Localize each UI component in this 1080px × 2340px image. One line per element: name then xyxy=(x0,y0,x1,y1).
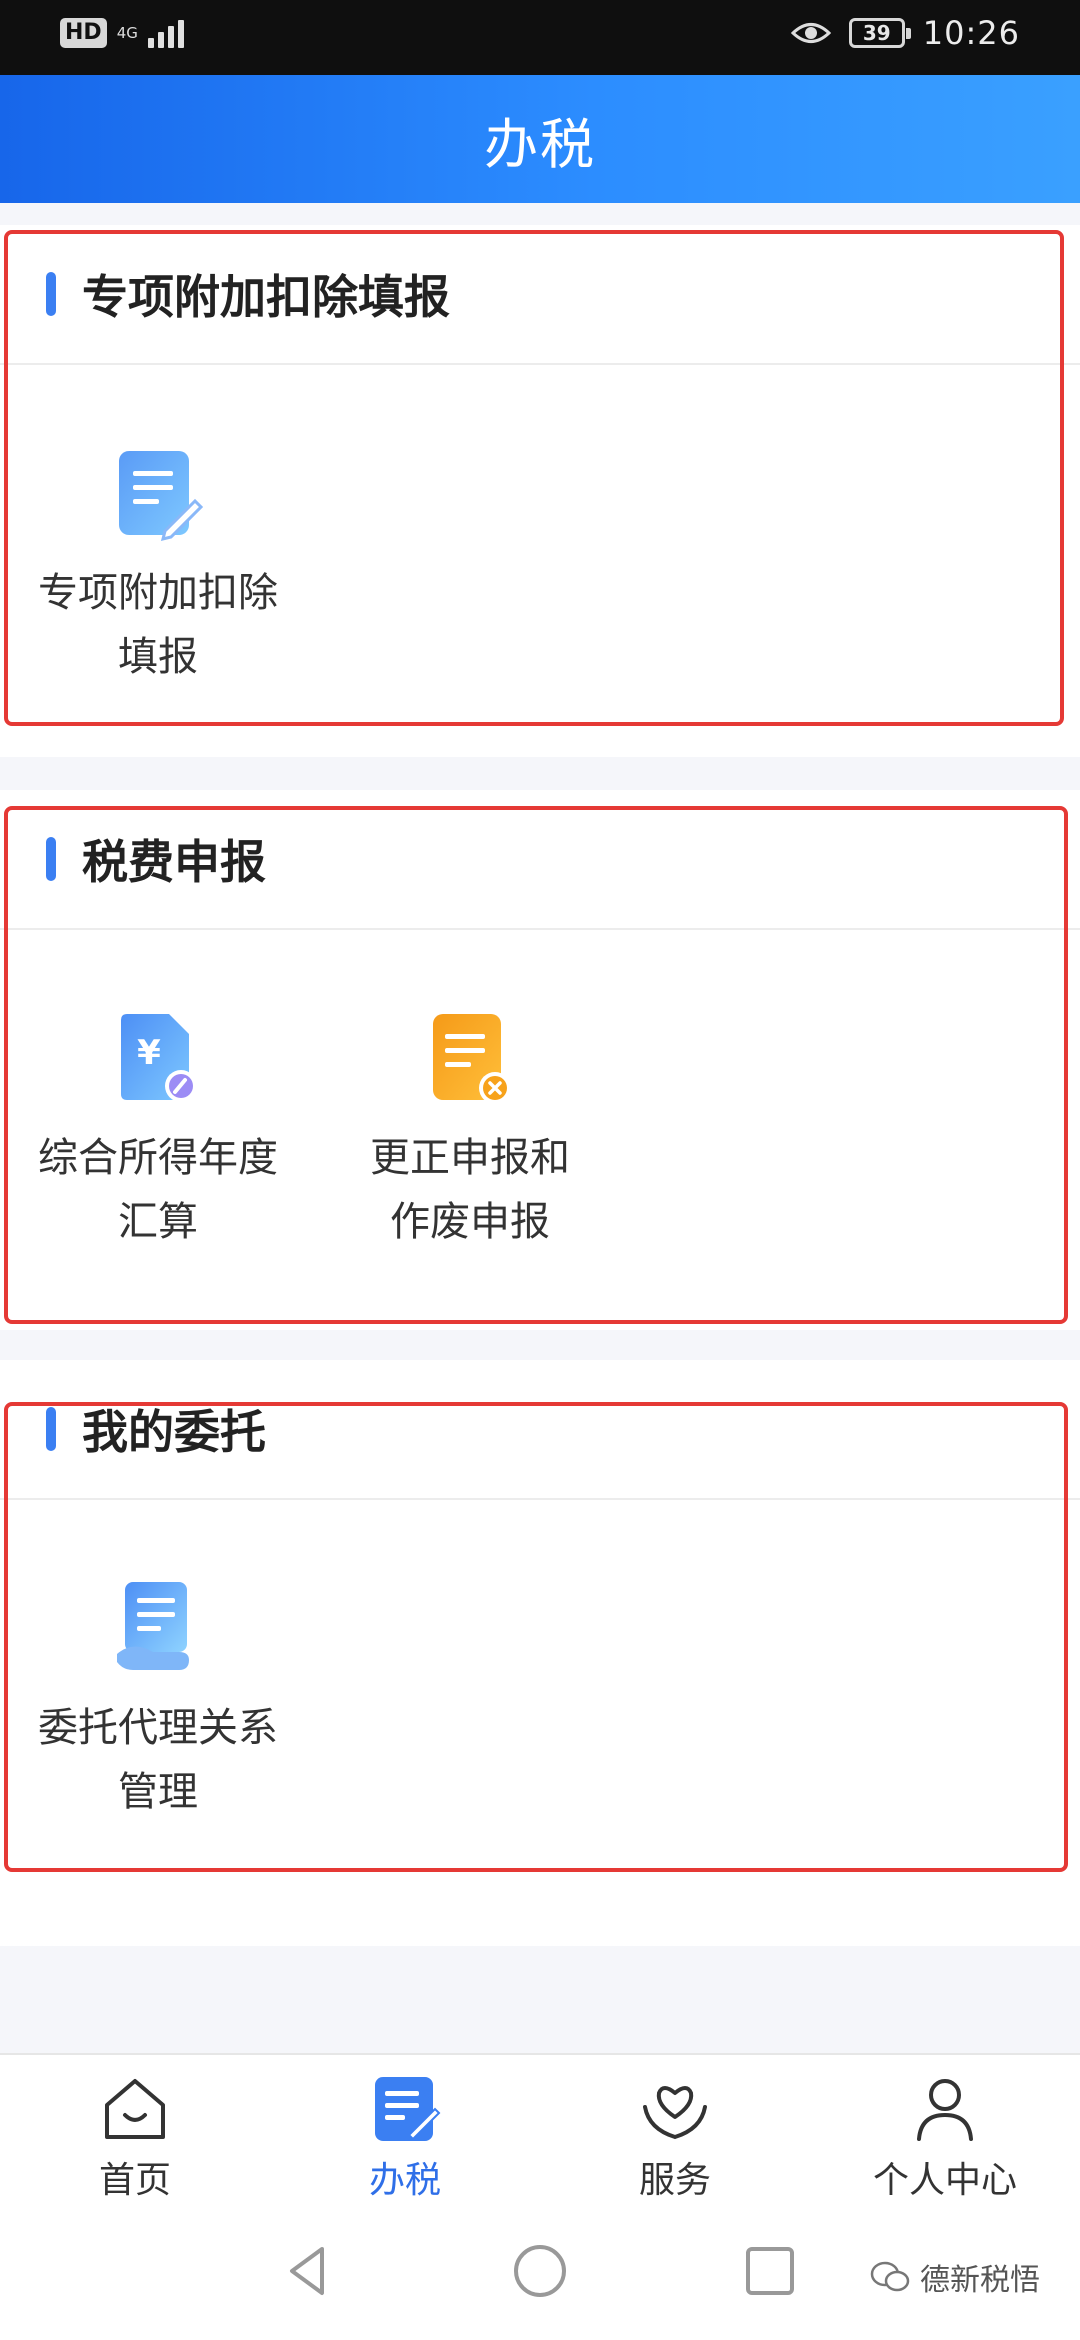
tile-correct-void-filing[interactable]: 更正申报和 作废申报 xyxy=(320,1008,620,1254)
system-nav-bar: 德新税悟 xyxy=(0,2203,1080,2340)
section-accent-bar xyxy=(46,272,56,316)
tile-label: 综合所得年度 汇算 xyxy=(38,1135,278,1245)
wechat-icon xyxy=(870,2261,910,2292)
tile-delegation-management[interactable]: 委托代理关系 管理 xyxy=(8,1578,308,1824)
page-title: 办税 xyxy=(484,112,596,176)
section-header: 专项附加扣除填报 xyxy=(0,225,1080,365)
nav-item-profile[interactable]: 个人中心 xyxy=(810,2055,1080,2205)
tile-annual-settlement[interactable]: ¥ 综合所得年度 汇算 xyxy=(8,1008,308,1254)
status-bar: HD 4G 39 10:26 xyxy=(0,0,1080,75)
section-delegation: 我的委托 委托代理关系 管理 xyxy=(0,1360,1080,1946)
document-edit-icon xyxy=(119,451,203,542)
section-accent-bar xyxy=(46,1407,56,1451)
heart-hands-icon xyxy=(643,2086,707,2140)
battery-icon: 39 xyxy=(848,18,911,48)
app-header: 办税 xyxy=(0,75,1080,203)
section-deduction: 专项附加扣除填报 专项附加扣除 填报 xyxy=(0,225,1080,757)
section-tax-filing: 税费申报 ¥ 综合所得年度 汇算 更正申报和 作废申报 xyxy=(0,790,1080,1330)
svg-text:¥: ¥ xyxy=(137,1033,161,1073)
nav-item-service[interactable]: 服务 xyxy=(540,2055,810,2205)
nav-item-home[interactable]: 首页 xyxy=(0,2055,270,2205)
eye-icon xyxy=(790,23,831,43)
hd-badge: HD xyxy=(60,18,107,48)
watermark-text: 德新税悟 xyxy=(920,2263,1040,2298)
back-icon[interactable] xyxy=(280,2241,340,2301)
document-cancel-icon xyxy=(433,1014,511,1104)
section-title: 税费申报 xyxy=(82,835,266,889)
tile-label: 更正申报和 作废申报 xyxy=(370,1135,570,1245)
person-icon xyxy=(917,2079,973,2141)
home-icon xyxy=(105,2079,165,2139)
section-title: 专项附加扣除填报 xyxy=(82,270,450,324)
document-hand-icon xyxy=(117,1582,189,1670)
signal-icon xyxy=(147,18,184,48)
tile-label: 委托代理关系 管理 xyxy=(38,1705,278,1815)
yuan-document-icon: ¥ xyxy=(121,1014,197,1102)
bottom-nav: 首页 办税 服务 个人中心 xyxy=(0,2053,1080,2205)
nav-item-tax[interactable]: 办税 xyxy=(270,2055,540,2205)
section-accent-bar xyxy=(46,837,56,881)
status-left: HD 4G xyxy=(60,18,184,48)
recents-icon[interactable] xyxy=(740,2241,800,2301)
section-header: 我的委托 xyxy=(0,1360,1080,1500)
section-header: 税费申报 xyxy=(0,790,1080,930)
section-title: 我的委托 xyxy=(82,1405,266,1459)
status-right: 39 10:26 xyxy=(790,14,1020,52)
nav-label: 办税 xyxy=(368,2160,441,2201)
nav-label: 服务 xyxy=(638,2160,711,2201)
nav-label: 首页 xyxy=(98,2160,171,2201)
tile-deduction-report[interactable]: 专项附加扣除 填报 xyxy=(8,443,308,689)
battery-level: 39 xyxy=(862,21,891,45)
tile-label: 专项附加扣除 填报 xyxy=(38,570,278,680)
tax-document-icon xyxy=(375,2077,441,2141)
nav-label: 个人中心 xyxy=(872,2160,1017,2201)
clock: 10:26 xyxy=(922,14,1020,52)
network-type: 4G xyxy=(116,24,138,42)
watermark: 德新税悟 xyxy=(870,2255,1040,2299)
home-circle-icon[interactable] xyxy=(510,2241,570,2301)
